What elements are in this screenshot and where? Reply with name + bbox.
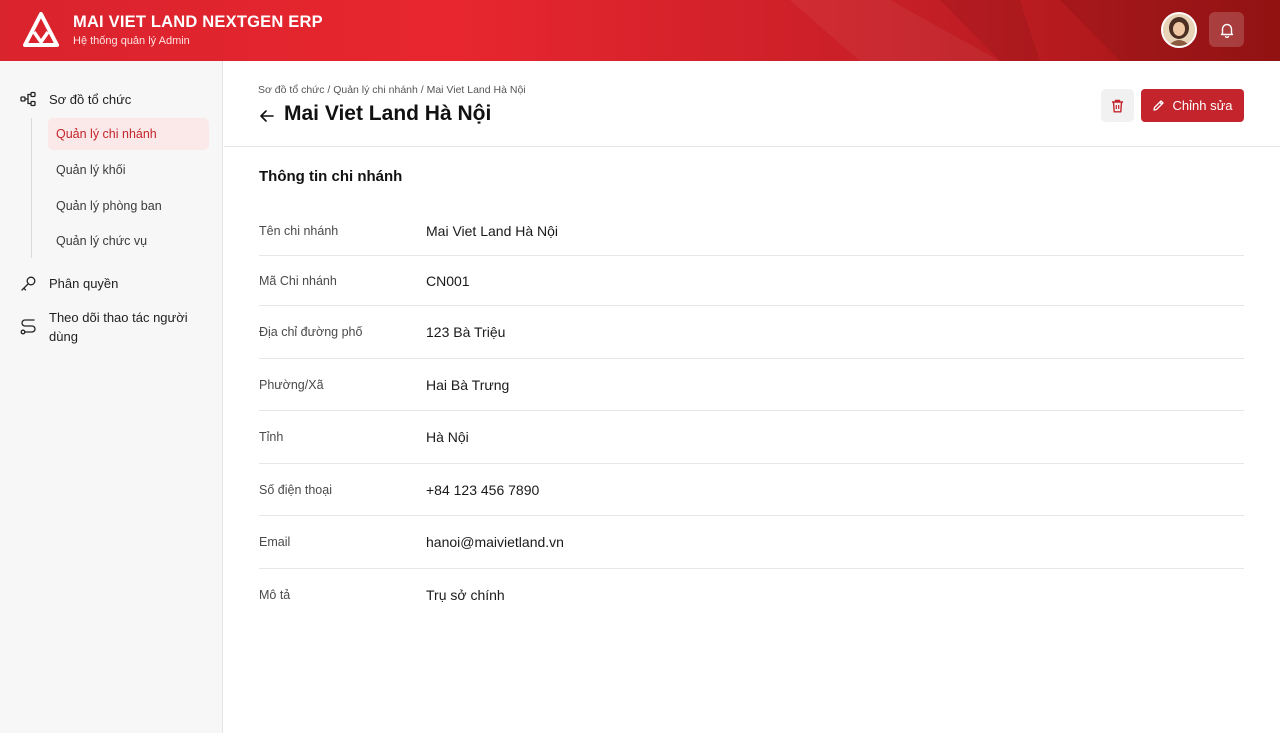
delete-button[interactable] bbox=[1101, 89, 1134, 122]
field-label: Địa chỉ đường phố bbox=[259, 325, 363, 339]
pencil-icon bbox=[1153, 100, 1165, 111]
field-label: Email bbox=[259, 535, 291, 549]
key-icon bbox=[21, 276, 36, 291]
page-title: Mai Viet Land Hà Nội bbox=[284, 102, 492, 125]
sidebar-item-permissions[interactable]: Phân quyền bbox=[20, 274, 118, 293]
field-value: Hai Bà Trưng bbox=[426, 377, 510, 393]
edit-button[interactable]: Chỉnh sửa bbox=[1141, 89, 1244, 122]
detail-row: Tên chi nhánh Mai Viet Land Hà Nội bbox=[259, 206, 1244, 256]
detail-row: Tỉnh Hà Nội bbox=[259, 411, 1244, 464]
app-title: MAI VIET LAND NEXTGEN ERP bbox=[73, 13, 323, 31]
field-label: Mô tả bbox=[259, 588, 291, 602]
sidebar-subitem-blocks[interactable]: Quản lý khối bbox=[48, 154, 209, 186]
field-value: CN001 bbox=[426, 273, 470, 289]
submenu-guide-line bbox=[31, 118, 32, 258]
route-icon bbox=[20, 319, 36, 335]
field-label: Số điện thoại bbox=[259, 483, 332, 497]
field-value: Mai Viet Land Hà Nội bbox=[426, 223, 559, 239]
detail-row: Mã Chi nhánh CN001 bbox=[259, 256, 1244, 306]
trash-icon bbox=[1112, 99, 1123, 112]
sidebar-item-label: Sơ đồ tổ chức bbox=[49, 92, 132, 107]
brand-logo-icon[interactable] bbox=[23, 12, 59, 49]
field-label: Mã Chi nhánh bbox=[259, 274, 337, 288]
field-value: +84 123 456 7890 bbox=[426, 482, 540, 498]
header-divider bbox=[224, 146, 1280, 147]
detail-row: Mô tả Trụ sở chính bbox=[259, 569, 1244, 621]
field-value[interactable]: hanoi@maivietland.vn bbox=[426, 534, 564, 550]
avatar-portrait-icon bbox=[1163, 14, 1195, 46]
org-chart-icon bbox=[20, 91, 36, 107]
bell-icon bbox=[1220, 23, 1233, 38]
breadcrumb[interactable]: Sơ đồ tổ chức / Quản lý chi nhánh / Mai … bbox=[258, 84, 526, 96]
field-value: Trụ sở chính bbox=[426, 587, 505, 603]
sidebar-item-label: Theo dõi thao tác người dùng bbox=[49, 310, 188, 344]
top-header: MAI VIET LAND NEXTGEN ERP Hệ thống quản … bbox=[0, 0, 1280, 61]
field-value: Hà Nội bbox=[426, 429, 469, 445]
edit-button-label: Chỉnh sửa bbox=[1172, 98, 1233, 113]
detail-row: Địa chỉ đường phố 123 Bà Triệu bbox=[259, 306, 1244, 359]
sidebar-item-activity-log[interactable]: Theo dõi thao tác người dùng bbox=[20, 308, 210, 346]
app-subtitle: Hệ thống quản lý Admin bbox=[73, 35, 190, 47]
section-title: Thông tin chi nhánh bbox=[259, 168, 403, 185]
sidebar-item-org-chart[interactable]: Sơ đồ tổ chức bbox=[20, 90, 131, 109]
detail-row: Email hanoi@maivietland.vn bbox=[259, 516, 1244, 569]
field-label: Phường/Xã bbox=[259, 378, 324, 392]
sidebar-subitem-positions[interactable]: Quản lý chức vụ bbox=[48, 225, 209, 257]
sidebar-item-label: Phân quyền bbox=[49, 276, 119, 291]
notification-button[interactable] bbox=[1209, 12, 1244, 47]
sidebar: Sơ đồ tổ chức Quản lý chi nhánh Quản lý … bbox=[0, 61, 223, 733]
detail-row: Số điện thoại +84 123 456 7890 bbox=[259, 464, 1244, 516]
back-arrow-icon[interactable] bbox=[258, 107, 276, 125]
sidebar-subitem-branches[interactable]: Quản lý chi nhánh bbox=[48, 118, 209, 150]
detail-row: Phường/Xã Hai Bà Trưng bbox=[259, 359, 1244, 411]
field-label: Tên chi nhánh bbox=[259, 224, 339, 238]
field-value: 123 Bà Triệu bbox=[426, 324, 506, 340]
field-label: Tỉnh bbox=[259, 430, 284, 444]
sidebar-subitem-departments[interactable]: Quản lý phòng ban bbox=[48, 190, 209, 222]
user-avatar[interactable] bbox=[1161, 12, 1197, 48]
